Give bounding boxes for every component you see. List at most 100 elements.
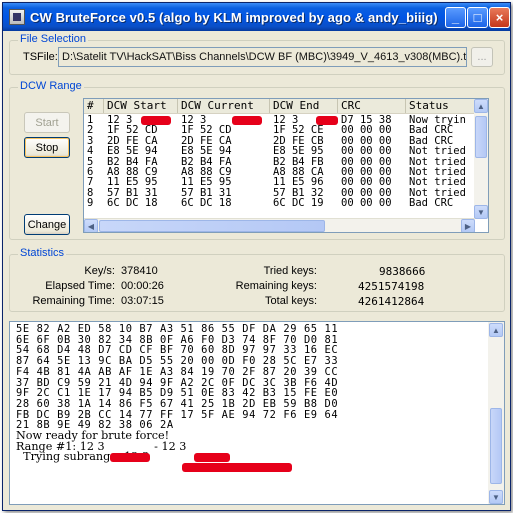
- scroll-thumb[interactable]: [475, 116, 487, 158]
- total-keys-value: 4261412864: [358, 295, 425, 308]
- cell-dcw-end: 57 B1 32: [273, 187, 324, 199]
- remaining-keys-value: 4251574198: [358, 280, 425, 293]
- minimize-icon: _: [451, 10, 460, 25]
- column-header-dcw-start[interactable]: DCW Start: [104, 99, 178, 113]
- cell-dcw-current: 1F 52 CD: [181, 125, 232, 136]
- cell-status: Bad CRC: [409, 135, 454, 147]
- cell-status: Bad CRC: [409, 198, 454, 209]
- table-body: 1 12 3 12 3 12 3 D7 15 38 Now tryin 2 1F…: [84, 115, 488, 209]
- tsfile-path-field[interactable]: D:\Satelit TV\HackSAT\Biss Channels\DCW …: [58, 47, 467, 67]
- cell-dcw-start: 11 E5 95: [107, 177, 158, 188]
- scroll-left-icon[interactable]: ◀: [84, 219, 98, 232]
- cell-dcw-end: B2 B4 FB: [273, 156, 324, 167]
- cell-status: Not tried: [409, 187, 466, 199]
- table-row[interactable]: 9 6C DC 18 6C DC 18 6C DC 19 00 00 00 Ba…: [84, 198, 488, 208]
- cell-dcw-start: 1F 52 CD: [107, 125, 158, 136]
- close-icon: ×: [495, 10, 504, 25]
- cell-dcw-end: 2D FE CB: [273, 135, 324, 147]
- log-vertical-scrollbar[interactable]: ▲ ▼: [488, 322, 504, 504]
- cell-dcw-current: A8 88 C9: [181, 166, 232, 178]
- start-button[interactable]: Start: [24, 112, 70, 133]
- cell-crc: 00 00 00: [341, 146, 392, 157]
- scroll-thumb[interactable]: [99, 220, 325, 232]
- log-range-end: - 12 3: [150, 439, 187, 453]
- cell-dcw-current: 2D FE CA: [181, 135, 232, 147]
- table-row[interactable]: 2 1F 52 CD 1F 52 CD 1F 52 CE 00 00 00 Ba…: [84, 125, 488, 135]
- cell-dcw-start: E8 5E 94: [107, 146, 158, 157]
- cell-crc: 00 00 00: [341, 156, 392, 167]
- redaction-mark: [141, 116, 171, 125]
- table-row[interactable]: 6 A8 88 C9 A8 88 C9 A8 88 CA 00 00 00 No…: [84, 167, 488, 177]
- cell-number: 8: [87, 187, 94, 199]
- column-header-crc[interactable]: CRC: [338, 99, 406, 113]
- table-row[interactable]: 5 B2 B4 FA B2 B4 FA B2 B4 FB 00 00 00 No…: [84, 157, 488, 167]
- keys-per-second-label: Key/s:: [84, 265, 115, 277]
- cell-dcw-end: E8 5E 95: [273, 146, 324, 157]
- tsfile-label: TSFile:: [23, 51, 58, 63]
- close-button[interactable]: ×: [489, 7, 510, 28]
- maximize-icon: □: [473, 10, 482, 25]
- column-header-number[interactable]: #: [84, 99, 104, 113]
- cell-status: Not tried: [409, 146, 466, 157]
- table-horizontal-scrollbar[interactable]: ◀ ▶: [84, 218, 475, 232]
- dcw-range-table[interactable]: # DCW Start DCW Current DCW End CRC Stat…: [83, 98, 489, 233]
- column-header-dcw-current[interactable]: DCW Current: [178, 99, 270, 113]
- column-header-status[interactable]: Status: [406, 99, 484, 113]
- cell-number: 1: [87, 115, 94, 126]
- minimize-button[interactable]: _: [445, 7, 466, 28]
- log-subrange-line: Trying subrange: 12 3: [16, 450, 150, 464]
- browse-button[interactable]: ...: [471, 47, 493, 67]
- table-row[interactable]: 4 E8 5E 94 E8 5E 94 E8 5E 95 00 00 00 No…: [84, 146, 488, 156]
- change-button[interactable]: Change: [24, 214, 70, 235]
- elapsed-time-value: 00:00:26: [121, 280, 164, 292]
- scroll-down-icon[interactable]: ▼: [474, 205, 488, 219]
- remaining-time-label: Remaining Time:: [32, 295, 115, 307]
- table-row[interactable]: 7 11 E5 95 11 E5 95 11 E5 96 00 00 00 No…: [84, 177, 488, 187]
- elapsed-time-label: Elapsed Time:: [45, 280, 115, 292]
- app-icon: [9, 9, 25, 25]
- cell-dcw-start: 6C DC 18: [107, 198, 158, 209]
- log-output[interactable]: 5E 82 A2 ED 58 10 B7 A3 51 86 55 DF DA 2…: [9, 321, 505, 505]
- tried-keys-value: 9838666: [379, 265, 426, 278]
- cell-crc: 00 00 00: [341, 177, 392, 188]
- keys-per-second-value: 378410: [121, 265, 158, 277]
- cell-dcw-end: 1F 52 CE: [273, 125, 324, 136]
- remaining-keys-label: Remaining keys:: [235, 280, 317, 292]
- dcw-range-title: DCW Range: [18, 80, 84, 92]
- cell-dcw-start: A8 88 C9: [107, 166, 158, 178]
- cell-dcw-current: 6C DC 18: [181, 198, 232, 209]
- cell-dcw-end: 6C DC 19: [273, 198, 324, 209]
- cell-number: 7: [87, 177, 94, 188]
- cell-status: Not tried: [409, 156, 466, 167]
- cell-crc: 00 00 00: [341, 135, 392, 147]
- cell-dcw-start: 2D FE CA: [107, 135, 158, 147]
- redaction-mark: [110, 453, 150, 462]
- cell-status: Not tried: [409, 177, 466, 188]
- redaction-mark: [182, 463, 292, 472]
- scroll-up-icon[interactable]: ▲: [474, 99, 488, 113]
- scroll-up-icon[interactable]: ▲: [489, 323, 503, 337]
- cell-number: 3: [87, 135, 94, 147]
- stop-button[interactable]: Stop: [24, 137, 70, 158]
- file-selection-title: File Selection: [18, 33, 89, 45]
- cell-crc: 00 00 00: [341, 166, 392, 178]
- title-bar[interactable]: CW BruteForce v0.5 (algo by KLM improved…: [3, 3, 510, 31]
- maximize-button[interactable]: □: [467, 7, 488, 28]
- table-vertical-scrollbar[interactable]: ▲ ▼: [474, 99, 488, 219]
- cell-dcw-end: 11 E5 96: [273, 177, 324, 188]
- scroll-right-icon[interactable]: ▶: [461, 219, 475, 232]
- table-row[interactable]: 8 57 B1 31 57 B1 31 57 B1 32 00 00 00 No…: [84, 188, 488, 198]
- cell-dcw-end: A8 88 CA: [273, 166, 324, 178]
- cell-number: 6: [87, 166, 94, 178]
- cell-dcw-start: B2 B4 FA: [107, 156, 158, 167]
- cell-dcw-start: 57 B1 31: [107, 187, 158, 199]
- cell-dcw-current: 11 E5 95: [181, 177, 232, 188]
- log-hex-line: F4 4B 81 4A AB AF 1E A3 84 19 70 2F 87 2…: [16, 365, 339, 378]
- table-row[interactable]: 3 2D FE CA 2D FE CA 2D FE CB 00 00 00 Ba…: [84, 136, 488, 146]
- total-keys-label: Total keys:: [265, 295, 317, 307]
- scroll-thumb[interactable]: [490, 408, 502, 484]
- window-title: CW BruteForce v0.5 (algo by KLM improved…: [30, 9, 438, 25]
- scroll-down-icon[interactable]: ▼: [489, 490, 503, 504]
- cell-number: 5: [87, 156, 94, 167]
- column-header-dcw-end[interactable]: DCW End: [270, 99, 338, 113]
